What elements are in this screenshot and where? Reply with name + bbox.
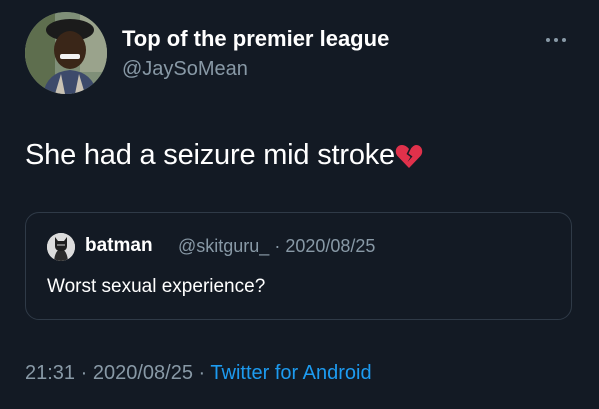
more-options-icon[interactable] <box>541 30 571 50</box>
tweet-footer: 21:31 · 2020/08/25 · Twitter for Android <box>25 362 372 385</box>
quoted-author-avatar <box>47 233 75 261</box>
broken-heart-icon <box>395 142 423 172</box>
author-handle[interactable]: @JaySoMean <box>122 58 248 81</box>
footer-separator: · <box>80 362 88 384</box>
tweet-source-link[interactable]: Twitter for Android <box>210 362 371 384</box>
quoted-author-handle: @skitguru_ <box>178 236 270 256</box>
quoted-tweet-card[interactable]: batman @skitguru_ · 2020/08/25 Worst sex… <box>25 212 572 320</box>
quoted-author-name: batman <box>85 235 153 256</box>
tweet-date[interactable]: 2020/08/25 <box>93 362 193 384</box>
quoted-tweet-text: Worst sexual experience? <box>47 276 266 297</box>
author-avatar[interactable] <box>25 12 107 94</box>
quoted-separator: · <box>274 236 281 256</box>
tweet: Top of the premier league @JaySoMean She… <box>0 0 599 409</box>
quoted-author-meta: @skitguru_ · 2020/08/25 <box>178 236 375 257</box>
footer-separator-2: · <box>198 362 206 384</box>
tweet-body: She had a seizure mid stroke <box>25 139 395 171</box>
quoted-date: 2020/08/25 <box>285 236 376 256</box>
tweet-time[interactable]: 21:31 <box>25 362 75 384</box>
author-display-name[interactable]: Top of the premier league <box>122 26 389 52</box>
tweet-text: She had a seizure mid stroke <box>25 139 423 173</box>
